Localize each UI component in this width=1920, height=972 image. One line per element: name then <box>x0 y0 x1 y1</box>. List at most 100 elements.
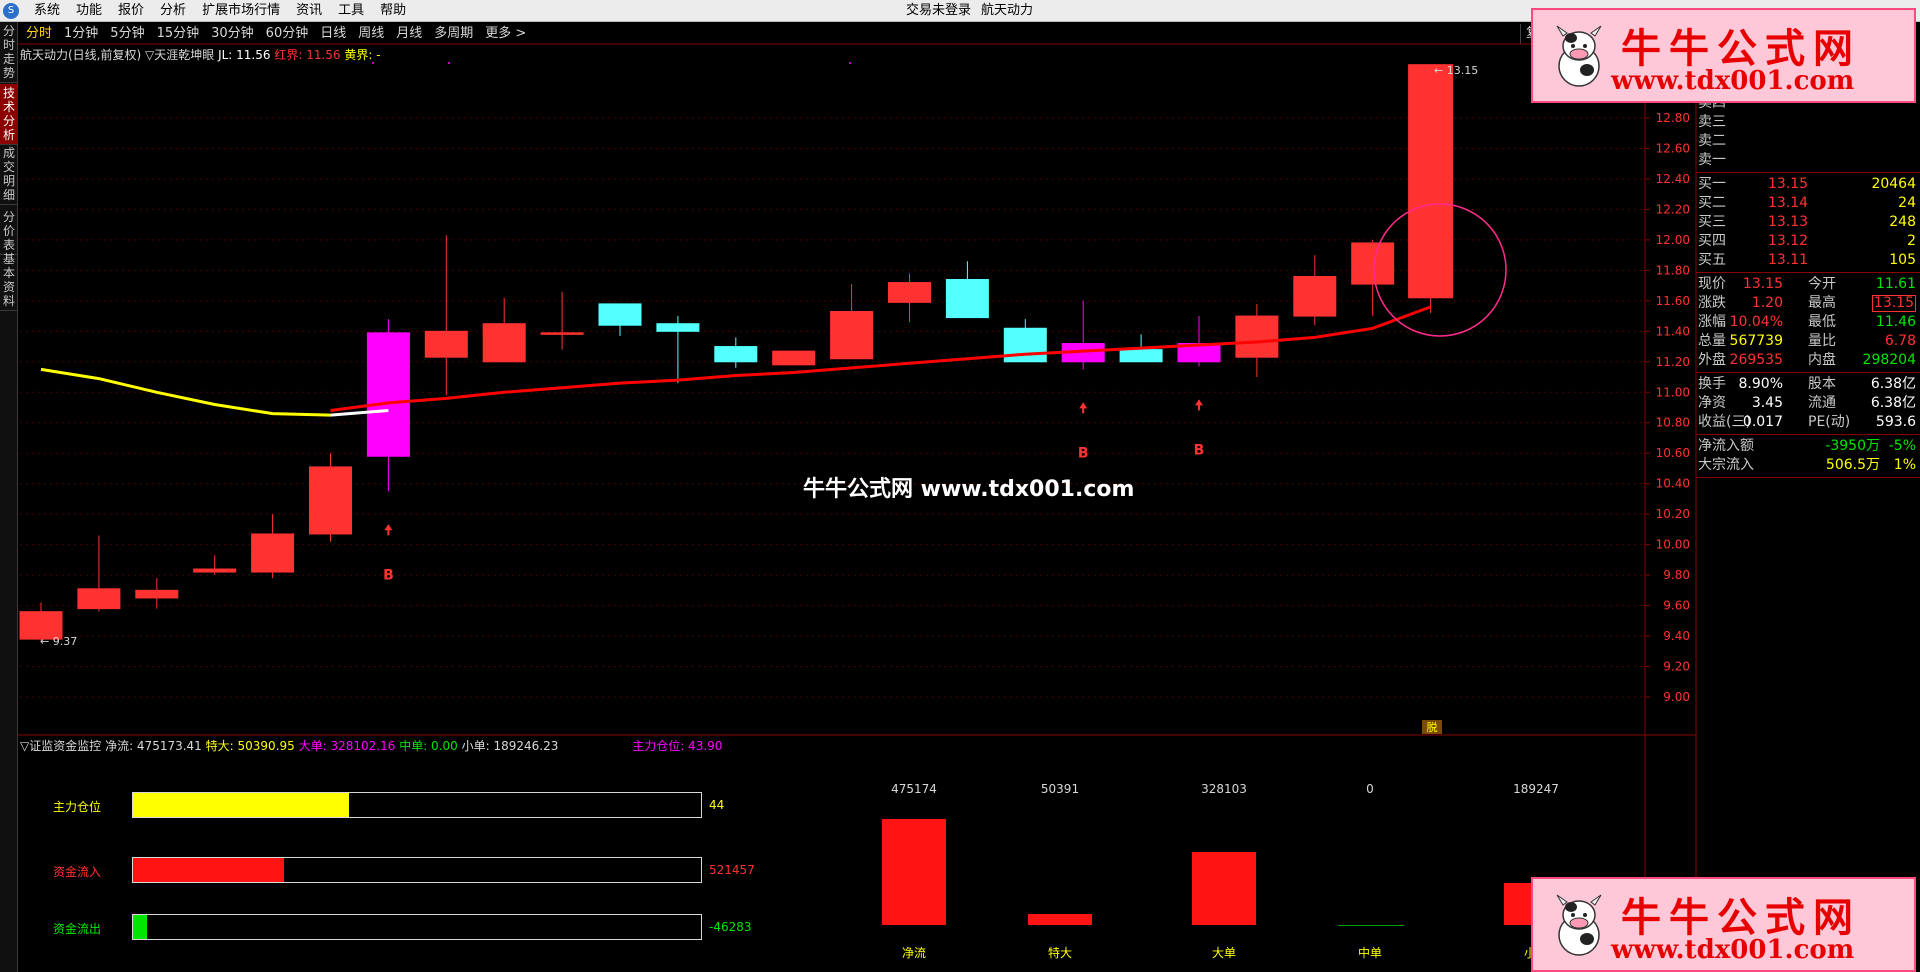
buy-row: 买三 13.13 248 <box>1696 213 1920 232</box>
stat-row: 总量 567739 量比 6.78 <box>1696 332 1920 351</box>
flow-amount: 506.5万 <box>1825 457 1880 473</box>
stat-row: 外盘 269535 内盘 298204 <box>1696 351 1920 370</box>
divider <box>1696 434 1920 435</box>
stat-value: 593.6 <box>1875 414 1916 430</box>
y-tick-label: 9.80 <box>1663 568 1690 582</box>
divider <box>1696 172 1920 173</box>
divider <box>1696 272 1920 273</box>
y-tick-label: 11.00 <box>1656 385 1690 399</box>
stat-label: 外盘 <box>1698 352 1726 368</box>
y-tick-label: 9.40 <box>1663 629 1690 643</box>
indicator-small: 小单: 189246.23 <box>461 739 559 753</box>
divider <box>1696 477 1920 478</box>
indicator-position: 主力仓位: 43.90 <box>632 739 723 753</box>
flow-percent: -5% <box>1888 438 1916 454</box>
sell-row: 卖一 <box>1696 151 1920 170</box>
buy-volume: 20464 <box>1871 176 1916 192</box>
indicator-large: 大单: 328102.16 <box>298 739 396 753</box>
candle[interactable] <box>598 303 642 336</box>
center-watermark: 牛牛公式网 www.tdx001.com <box>803 477 1135 502</box>
stat-label: 总量 <box>1698 333 1726 349</box>
candle[interactable] <box>830 284 874 360</box>
column-label: 净流 <box>901 946 926 960</box>
column-label: 特大 <box>1047 946 1072 960</box>
candle[interactable] <box>193 555 237 576</box>
stat-value: 11.46 <box>1875 314 1916 330</box>
candle[interactable] <box>772 350 816 366</box>
stat-value: 13.15 <box>1742 276 1783 292</box>
y-tick-label: 9.20 <box>1663 660 1690 674</box>
candle[interactable] <box>1177 316 1221 367</box>
candle[interactable] <box>1351 239 1395 317</box>
stat-value: 3.45 <box>1751 395 1783 411</box>
candle[interactable] <box>1408 64 1454 314</box>
column-value: 328103 <box>1201 782 1247 796</box>
candle[interactable] <box>77 535 121 612</box>
stat-row: 收益(三) 0.017 PE(动) 593.6 <box>1696 413 1920 432</box>
stat-value: 8.90% <box>1738 376 1783 392</box>
candle[interactable] <box>656 316 700 384</box>
stat-label: 净资 <box>1698 395 1726 411</box>
indicator-net: 净流: 475173.41 <box>105 739 202 753</box>
column-bar <box>1192 851 1256 925</box>
column-bar <box>1338 925 1404 926</box>
candle[interactable] <box>945 261 989 319</box>
indicator-title[interactable]: ▽证监资金监控 <box>20 739 101 753</box>
candle[interactable] <box>1293 255 1337 326</box>
buy-signal: B <box>1194 399 1204 458</box>
candle[interactable] <box>135 578 179 609</box>
fund-bar <box>132 914 702 940</box>
buy-row: 买五 13.11 105 <box>1696 251 1920 270</box>
column-label: 大单 <box>1211 946 1236 960</box>
buy-volume: 248 <box>1889 214 1916 230</box>
column-bar <box>882 819 946 925</box>
stat-label: 股本 <box>1808 376 1836 392</box>
stat-row: 换手 8.90% 股本 6.38亿 <box>1696 375 1920 394</box>
sell-row: 卖三 <box>1696 113 1920 132</box>
y-tick-label: 11.20 <box>1656 355 1690 369</box>
buy-signal: B <box>1078 402 1089 461</box>
fund-bar-label: 资金流出 <box>53 922 102 936</box>
candle[interactable] <box>1061 300 1105 370</box>
y-tick-label: 12.60 <box>1656 141 1690 155</box>
flow-amount: -3950万 <box>1825 438 1880 454</box>
ad-url: www.tdx001.com <box>1611 66 1855 96</box>
chart-indicator-name[interactable]: ▽天涯乾坤眼 <box>145 48 214 62</box>
stat-label: 现价 <box>1698 276 1726 292</box>
watermark-ad-bottom: 牛牛公式网 www.tdx001.com <box>1531 877 1916 972</box>
buy-volume: 24 <box>1898 195 1916 211</box>
stat-value: 6.38亿 <box>1870 395 1916 411</box>
fund-bar-label: 资金流入 <box>53 865 102 879</box>
fund-bar <box>132 792 702 818</box>
buy-price: 13.15 <box>1768 176 1809 192</box>
indicator-mid: 中单: 0.00 <box>399 739 458 753</box>
stat-value: 6.38亿 <box>1870 376 1916 392</box>
watermark-ad-top: 牛牛公式网 www.tdx001.com <box>1531 8 1916 103</box>
stat-value: 269535 <box>1729 352 1783 368</box>
y-tick-label: 12.40 <box>1656 172 1690 186</box>
buy-row: 买四 13.12 2 <box>1696 232 1920 251</box>
buy-price: 13.14 <box>1768 195 1809 211</box>
fund-bar-value: 521457 <box>709 863 755 877</box>
candle[interactable] <box>309 453 352 542</box>
fund-bar <box>132 857 702 883</box>
stat-value: 11.61 <box>1875 276 1916 292</box>
flow-label: 大宗流入 <box>1698 457 1754 473</box>
candle[interactable] <box>424 235 468 396</box>
candle[interactable] <box>482 297 526 363</box>
y-tick-label: 9.60 <box>1663 599 1690 613</box>
buy-signal-label: B <box>1078 445 1089 461</box>
y-tick-label: 10.80 <box>1656 416 1690 430</box>
candle[interactable] <box>251 514 295 579</box>
fund-bar-fill <box>133 858 284 882</box>
candle[interactable] <box>888 273 931 323</box>
candle[interactable] <box>540 291 584 350</box>
quote-panel: 卖四 卖三 卖二 卖一 买一 13.15 20464 买二 13.14 24 买三 13.13 248 买… <box>1696 42 1920 480</box>
cursor-label: 脱 <box>1427 720 1438 734</box>
stat-value: 10.04% <box>1729 314 1783 330</box>
buy-price: 13.12 <box>1768 233 1809 249</box>
cow-mascot-icon <box>1556 25 1602 87</box>
buy-row: 买一 13.15 20464 <box>1696 175 1920 194</box>
candle[interactable] <box>714 337 758 368</box>
buy-level-label: 买一 <box>1698 176 1726 192</box>
